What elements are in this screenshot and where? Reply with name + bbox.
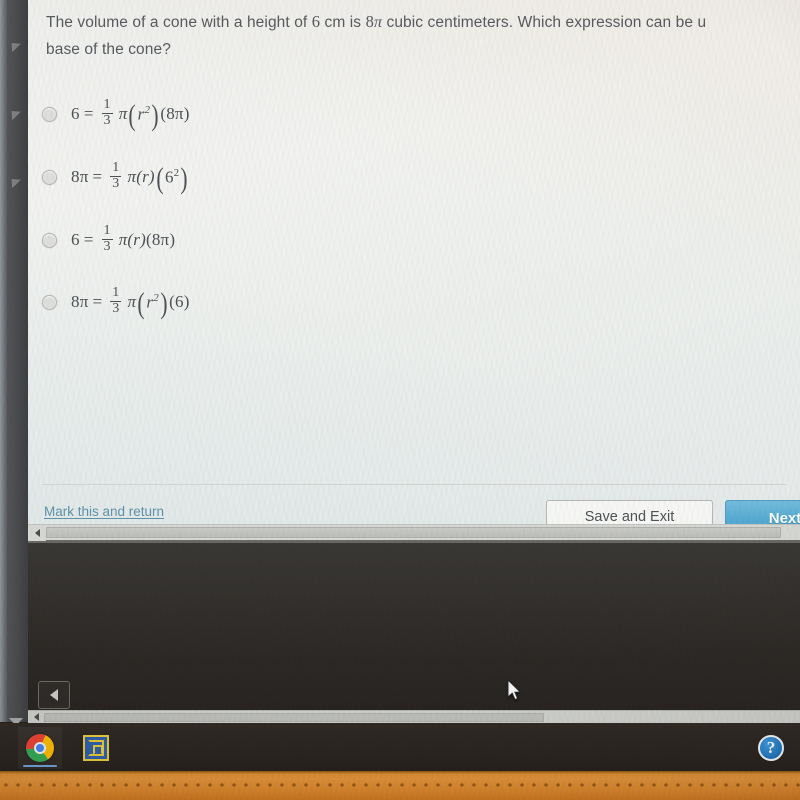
taskbar-item-list	[18, 727, 118, 769]
desktop-dark-area	[28, 540, 800, 710]
expr-a-lhs: 6	[71, 104, 80, 123]
expr-b-group2-content: 62	[164, 166, 180, 187]
expr-c-group-2: (8π)	[145, 230, 176, 249]
caret-left-icon	[33, 713, 39, 721]
photo-of-screen: The volume of a cone with a height of 6 …	[0, 0, 800, 800]
expr-c-lhs: 6	[71, 230, 80, 249]
desk-edge	[0, 771, 800, 774]
expr-c-equals: =	[83, 230, 94, 249]
quiz-content-panel: The volume of a cone with a height of 6 …	[28, 0, 800, 534]
expr-c-fraction: 1 3	[101, 222, 113, 254]
question-part-2: cm is	[320, 14, 366, 31]
expr-b-pi: π	[127, 167, 137, 186]
expr-d-numerator: 1	[112, 284, 120, 300]
answer-option-c[interactable]: 6 = 1 3 π (r) (8π)	[42, 214, 175, 266]
window-horizontal-scrollbar[interactable]	[28, 710, 800, 723]
expr-d-lhs: 8π	[71, 292, 89, 311]
rail-triangle-icon	[7, 174, 21, 189]
radio-button-b[interactable]	[42, 169, 57, 185]
mark-this-and-return-link[interactable]: Mark this and return	[44, 504, 164, 519]
expr-b-numerator: 1	[112, 159, 120, 175]
expr-b-group-2: (62)	[156, 162, 189, 195]
expr-a-numerator: 1	[103, 96, 111, 112]
expr-c-pi: π	[118, 230, 128, 249]
taskbar-item-chrome[interactable]	[18, 727, 62, 769]
caret-left-icon	[50, 689, 58, 701]
expr-a-pi: π	[118, 104, 128, 123]
question-prompt: The volume of a cone with a height of 6 …	[46, 8, 800, 63]
question-part-1: The volume of a cone with a height of	[46, 14, 312, 31]
expression-c: 6 = 1 3 π (r) (8π)	[71, 222, 176, 255]
radio-button-d[interactable]	[42, 294, 57, 310]
pi-symbol: π	[373, 14, 383, 31]
expr-a-group-1: (r2)	[128, 99, 159, 132]
window-scroll-left-button[interactable]	[28, 711, 44, 724]
answer-option-d[interactable]: 8π = 1 3 π (r2) (6)	[42, 276, 190, 328]
height-value: 6	[311, 12, 321, 31]
question-part-3: cubic centimeters. Which expression can …	[382, 14, 707, 31]
expression-a: 6 = 1 3 π (r2) (8π)	[71, 96, 190, 132]
chrome-icon	[26, 734, 54, 762]
expr-a-group1-content: r2	[137, 103, 151, 124]
question-line-2: base of the cone?	[46, 41, 171, 58]
footer-divider	[42, 484, 786, 485]
radio-button-a[interactable]	[42, 106, 57, 122]
help-icon[interactable]: ?	[758, 735, 784, 761]
expr-d-denominator: 3	[110, 300, 122, 316]
rail-triangle-icon	[7, 106, 21, 121]
expr-d-pi: π	[127, 292, 137, 311]
rail-triangle-icon	[7, 38, 21, 53]
expr-b-denominator: 3	[110, 175, 122, 191]
desktop-top-band	[28, 540, 800, 543]
mouse-cursor	[507, 679, 522, 701]
expr-d-group-2: (6)	[169, 292, 190, 311]
scroll-left-button[interactable]	[28, 524, 46, 541]
expr-a-denominator: 3	[101, 112, 113, 128]
caret-left-icon	[34, 528, 40, 537]
expr-c-group-1: (r)	[127, 230, 146, 249]
answer-option-a[interactable]: 6 = 1 3 π (r2) (8π)	[42, 88, 190, 140]
desk-surface	[0, 771, 800, 800]
expr-d-group-1: (r2)	[137, 287, 168, 320]
maze-glyph	[88, 740, 104, 756]
window-scrollbar-thumb[interactable]	[44, 712, 544, 722]
expr-b-equals: =	[92, 167, 103, 186]
rail-sheen	[0, 0, 7, 722]
os-taskbar: ?	[0, 723, 800, 773]
expr-b-fraction: 1 3	[110, 159, 122, 191]
maze-app-icon	[83, 735, 109, 761]
expression-b: 8π = 1 3 π (r) (62)	[71, 159, 190, 195]
scrollbar-thumb[interactable]	[46, 527, 781, 538]
radio-button-c[interactable]	[42, 232, 57, 248]
speaker-grille	[0, 782, 800, 788]
answer-option-b[interactable]: 8π = 1 3 π (r) (62)	[42, 151, 190, 203]
screen-left-rail	[0, 0, 28, 722]
expression-d: 8π = 1 3 π (r2) (6)	[71, 284, 190, 320]
expr-a-equals: =	[83, 104, 94, 123]
expr-c-denominator: 3	[101, 238, 113, 254]
expr-b-group-1: (r)	[136, 167, 155, 186]
expr-d-equals: =	[92, 292, 103, 311]
back-navigation-button[interactable]	[38, 681, 70, 709]
taskbar-item-app[interactable]	[74, 727, 118, 769]
quiz-horizontal-scrollbar[interactable]	[28, 524, 800, 541]
expr-d-group1-content: r2	[146, 291, 159, 312]
expr-d-fraction: 1 3	[110, 284, 122, 316]
expr-c-numerator: 1	[103, 222, 111, 238]
computer-screen: The volume of a cone with a height of 6 …	[0, 0, 800, 726]
volume-value: 8	[365, 12, 374, 31]
expr-a-group-2: (8π)	[160, 104, 190, 123]
expr-b-lhs: 8π	[71, 167, 89, 186]
expr-a-fraction: 1 3	[101, 96, 113, 128]
